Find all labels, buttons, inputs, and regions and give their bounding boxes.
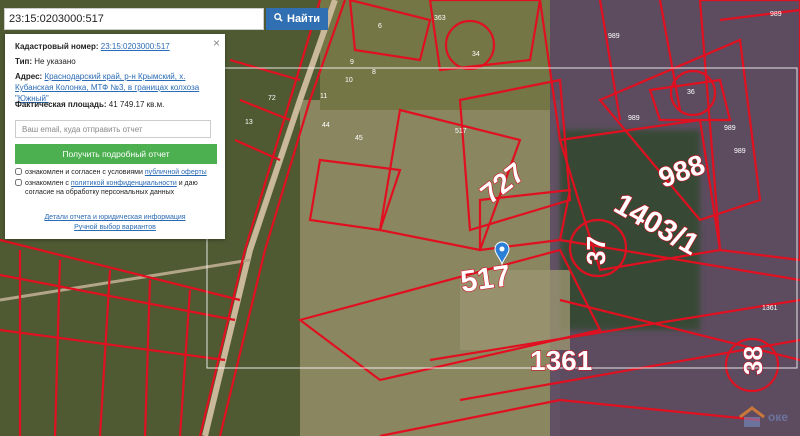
type-value: Не указано <box>34 57 76 66</box>
small-label-989-b: 989 <box>628 115 640 122</box>
consent-privacy-text: ознакомлен с политикой конфиденциальност… <box>25 180 198 196</box>
parcel-label-1361: 1361 <box>530 345 592 376</box>
small-label-36: 36 <box>687 89 695 96</box>
manual-selection-link[interactable]: Ручной выбор вариантов <box>74 224 156 231</box>
parcel-label-38: 38 <box>738 346 768 375</box>
small-label-45: 45 <box>355 135 363 142</box>
email-input[interactable] <box>15 120 211 138</box>
consent-offer-text: ознакомлен и согласен с условиями публич… <box>25 169 207 176</box>
report-details-link[interactable]: Детали отчета и юридическая информация <box>44 214 185 221</box>
area-row: Фактическая площадь: 41 749.17 кв.м. <box>15 99 164 110</box>
search-icon <box>274 13 283 25</box>
public-offer-link[interactable]: публичной оферты <box>145 169 207 176</box>
small-label-363: 363 <box>434 15 446 22</box>
address-label: Адрес: <box>15 72 43 81</box>
type-label: Тип: <box>15 57 32 66</box>
area-label: Фактическая площадь: <box>15 100 107 109</box>
small-label-8: 8 <box>372 69 376 76</box>
small-label-989-d: 989 <box>734 148 746 155</box>
get-report-button[interactable]: Получить подробный отчет <box>15 144 217 164</box>
small-label-44: 44 <box>322 122 330 129</box>
area-value: 41 749.17 кв.м. <box>108 100 165 109</box>
search-button-label: Найти <box>287 13 320 25</box>
cadastral-number-link[interactable]: 23:15:0203000:517 <box>101 42 170 51</box>
search-bar: Найти <box>4 8 328 30</box>
close-icon[interactable]: × <box>213 36 220 50</box>
consent-offer: ознакомлен и согласен с условиями публич… <box>15 168 220 177</box>
cadastral-label: Кадастровый номер: <box>15 42 99 51</box>
small-label-11: 11 <box>320 93 327 100</box>
consent-privacy-checkbox[interactable] <box>15 179 22 186</box>
small-label-989-a: 989 <box>608 33 620 40</box>
consent-offer-checkbox[interactable] <box>15 168 22 175</box>
privacy-policy-link[interactable]: политикой конфиденциальности <box>71 180 177 187</box>
small-label-13: 13 <box>245 119 253 126</box>
small-label-6: 6 <box>378 23 382 30</box>
site-logo: оке <box>738 406 788 428</box>
small-label-72: 72 <box>268 95 276 102</box>
info-panel: × Кадастровый номер: 23:15:0203000:517 Т… <box>5 34 225 239</box>
parcel-label-37: 37 <box>581 236 611 265</box>
search-button[interactable]: Найти <box>266 8 328 30</box>
small-label-989-e: 989 <box>770 11 782 18</box>
consent-privacy: ознакомлен с политикой конфиденциальност… <box>15 179 220 197</box>
small-label-989-c: 989 <box>724 125 736 132</box>
small-label-1361-small: 1361 <box>762 305 778 312</box>
cadastral-row: Кадастровый номер: 23:15:0203000:517 <box>15 41 170 52</box>
field-area <box>300 100 560 436</box>
small-label-34: 34 <box>472 51 480 58</box>
small-label-9: 9 <box>350 59 354 66</box>
parcel-label-517: 517 <box>458 259 512 299</box>
type-row: Тип: Не указано <box>15 56 76 67</box>
cadastral-search-input[interactable] <box>4 8 264 30</box>
small-label-10: 10 <box>345 77 353 84</box>
house-icon <box>739 406 765 427</box>
logo-text: оке <box>767 410 788 424</box>
small-label-517-small: 517 <box>455 128 467 135</box>
